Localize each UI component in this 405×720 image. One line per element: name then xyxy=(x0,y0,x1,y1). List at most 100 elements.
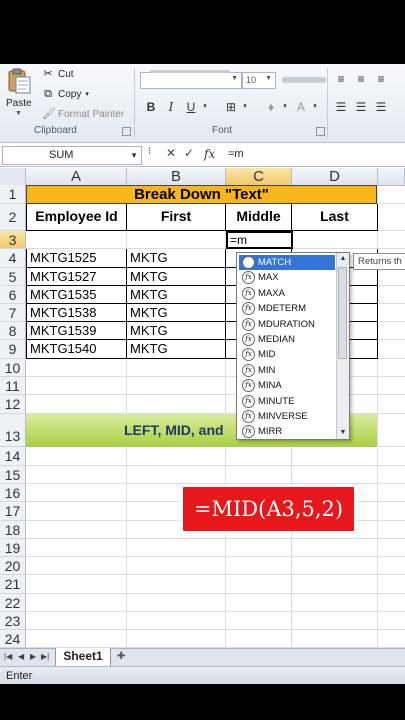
autocomplete-item[interactable]: fx MDURATION xyxy=(239,317,335,332)
row-header[interactable]: 22 xyxy=(0,594,26,612)
row-header[interactable]: 5 xyxy=(0,268,26,286)
autocomplete-item[interactable]: fx MATCH xyxy=(239,255,335,270)
borders-icon[interactable]: ⊞ xyxy=(224,100,238,114)
autocomplete-item[interactable]: fx MINVERSE xyxy=(239,409,335,424)
dialog-launcher-icon[interactable] xyxy=(122,127,131,136)
row-header[interactable]: 9 xyxy=(0,340,26,359)
column-header-d[interactable]: D xyxy=(292,168,378,186)
autocomplete-item[interactable]: fx MID xyxy=(239,347,335,362)
table-cell[interactable]: MKTG xyxy=(127,322,226,340)
table-cell[interactable]: MKTG1527 xyxy=(26,268,127,286)
header-middle[interactable]: Middle xyxy=(226,204,292,231)
table-cell[interactable]: MKTG1535 xyxy=(26,286,127,304)
autocomplete-item[interactable]: fx MAX xyxy=(239,270,335,285)
fill-color-icon[interactable]: ♦ xyxy=(264,100,278,114)
bold-button[interactable]: B xyxy=(144,100,158,114)
autocomplete-item[interactable]: fx MIN xyxy=(239,363,335,378)
table-cell[interactable]: MKTG1525 xyxy=(26,249,127,268)
dialog-launcher-icon[interactable] xyxy=(316,127,325,136)
align-left-icon[interactable]: ☰ xyxy=(334,100,348,114)
row-header[interactable]: 21 xyxy=(0,575,26,594)
row-header[interactable]: 20 xyxy=(0,557,26,575)
grow-shrink-font-buttons[interactable] xyxy=(282,77,326,83)
scrollbar-thumb[interactable] xyxy=(338,267,347,359)
first-sheet-icon[interactable]: |◀ xyxy=(4,652,12,661)
paste-icon[interactable] xyxy=(6,68,32,94)
cancel-formula-button[interactable]: ✕ xyxy=(166,146,176,160)
tab-sheet1[interactable]: Sheet1 xyxy=(55,648,111,667)
row-header[interactable]: 4 xyxy=(0,249,26,268)
function-autocomplete-list[interactable]: fx MATCH fx MAX fx MAXA fx MDETERM fx MDURATION fx… xyxy=(236,252,350,440)
insert-sheet-icon[interactable]: ✚ xyxy=(117,651,133,663)
font-name-dropdown[interactable]: ▼ xyxy=(140,72,242,89)
next-sheet-icon[interactable]: ▶ xyxy=(30,652,36,661)
chevron-down-icon[interactable]: ▼ xyxy=(15,110,22,117)
chevron-down-icon[interactable]: ▾ xyxy=(278,100,292,114)
autocomplete-item[interactable]: fx MINUTE xyxy=(239,394,335,409)
italic-button[interactable]: I xyxy=(164,100,178,114)
scroll-up-icon[interactable]: ▲ xyxy=(337,253,349,265)
row-header[interactable]: 17 xyxy=(0,502,26,521)
table-cell[interactable]: MKTG1539 xyxy=(26,322,127,340)
formula-bar-handle-icon[interactable]: ⁝ xyxy=(148,146,151,157)
row-header[interactable]: 12 xyxy=(0,395,26,414)
last-sheet-icon[interactable]: ▶| xyxy=(41,652,49,661)
row-header[interactable]: 10 xyxy=(0,359,26,377)
insert-function-button[interactable]: fx xyxy=(204,147,215,161)
row-header[interactable]: 13 xyxy=(0,414,26,447)
table-cell[interactable]: MKTG xyxy=(127,304,226,322)
table-cell[interactable]: MKTG1538 xyxy=(26,304,127,322)
select-all-corner[interactable] xyxy=(0,168,26,186)
align-top-icon[interactable]: ≡ xyxy=(334,72,348,86)
title-band[interactable]: Break Down "Text" xyxy=(26,185,377,204)
autocomplete-scrollbar[interactable]: ▲ ▼ xyxy=(336,253,349,439)
underline-button[interactable]: U xyxy=(184,100,198,114)
row-header[interactable]: 8 xyxy=(0,322,26,340)
row-header[interactable]: 1 xyxy=(0,185,26,204)
column-header-e[interactable] xyxy=(378,168,405,186)
header-employee-id[interactable]: Employee Id xyxy=(26,204,127,231)
row-header[interactable]: 23 xyxy=(0,612,26,630)
align-center-icon[interactable]: ☰ xyxy=(354,100,368,114)
font-size-dropdown[interactable]: 10 ▼ xyxy=(242,72,276,89)
row-header[interactable]: 24 xyxy=(0,630,26,648)
header-first[interactable]: First xyxy=(127,204,226,231)
name-box[interactable]: SUM ▼ xyxy=(2,146,142,165)
align-right-icon[interactable]: ☰ xyxy=(374,100,388,114)
row-header[interactable]: 16 xyxy=(0,484,26,502)
autocomplete-item[interactable]: fx MINA xyxy=(239,378,335,393)
table-cell[interactable]: MKTG xyxy=(127,249,226,268)
row-header[interactable]: 2 xyxy=(0,204,26,231)
row-header[interactable]: 3 xyxy=(0,231,26,249)
row-header[interactable]: 11 xyxy=(0,377,26,395)
row-header[interactable]: 19 xyxy=(0,539,26,557)
header-last[interactable]: Last xyxy=(292,204,378,231)
column-header-b[interactable]: B xyxy=(127,168,226,186)
copy-button[interactable]: ⧉ Copy ▾ xyxy=(42,88,89,100)
font-color-icon[interactable]: A xyxy=(294,100,308,114)
align-bottom-icon[interactable]: ≡ xyxy=(374,72,388,86)
column-header-c[interactable]: C xyxy=(226,168,292,186)
format-painter-button[interactable]: 🖌 Format Painter xyxy=(42,108,124,120)
row-header[interactable]: 14 xyxy=(0,447,26,466)
chevron-down-icon[interactable]: ▼ xyxy=(130,147,138,164)
paste-button[interactable]: Paste xyxy=(6,98,32,109)
autocomplete-item[interactable]: fx MIRR xyxy=(239,424,335,439)
chevron-down-icon[interactable]: ▾ xyxy=(198,100,212,114)
table-cell[interactable]: MKTG xyxy=(127,268,226,286)
table-cell[interactable]: MKTG xyxy=(127,286,226,304)
row-header[interactable]: 18 xyxy=(0,521,26,539)
enter-formula-button[interactable]: ✓ xyxy=(184,146,194,160)
table-cell[interactable]: MKTG xyxy=(127,340,226,359)
chevron-down-icon[interactable]: ▾ xyxy=(238,100,252,114)
table-cell[interactable]: MKTG1540 xyxy=(26,340,127,359)
row-header[interactable]: 15 xyxy=(0,466,26,484)
active-cell-c3[interactable]: =m xyxy=(226,231,293,249)
formula-input[interactable]: =m xyxy=(228,148,244,160)
autocomplete-item[interactable]: fx MDETERM xyxy=(239,301,335,316)
row-header[interactable]: 6 xyxy=(0,286,26,304)
align-middle-icon[interactable]: ≡ xyxy=(354,72,368,86)
autocomplete-item[interactable]: fx MEDIAN xyxy=(239,332,335,347)
autocomplete-item[interactable]: fx MAXA xyxy=(239,286,335,301)
chevron-down-icon[interactable]: ▾ xyxy=(308,100,322,114)
